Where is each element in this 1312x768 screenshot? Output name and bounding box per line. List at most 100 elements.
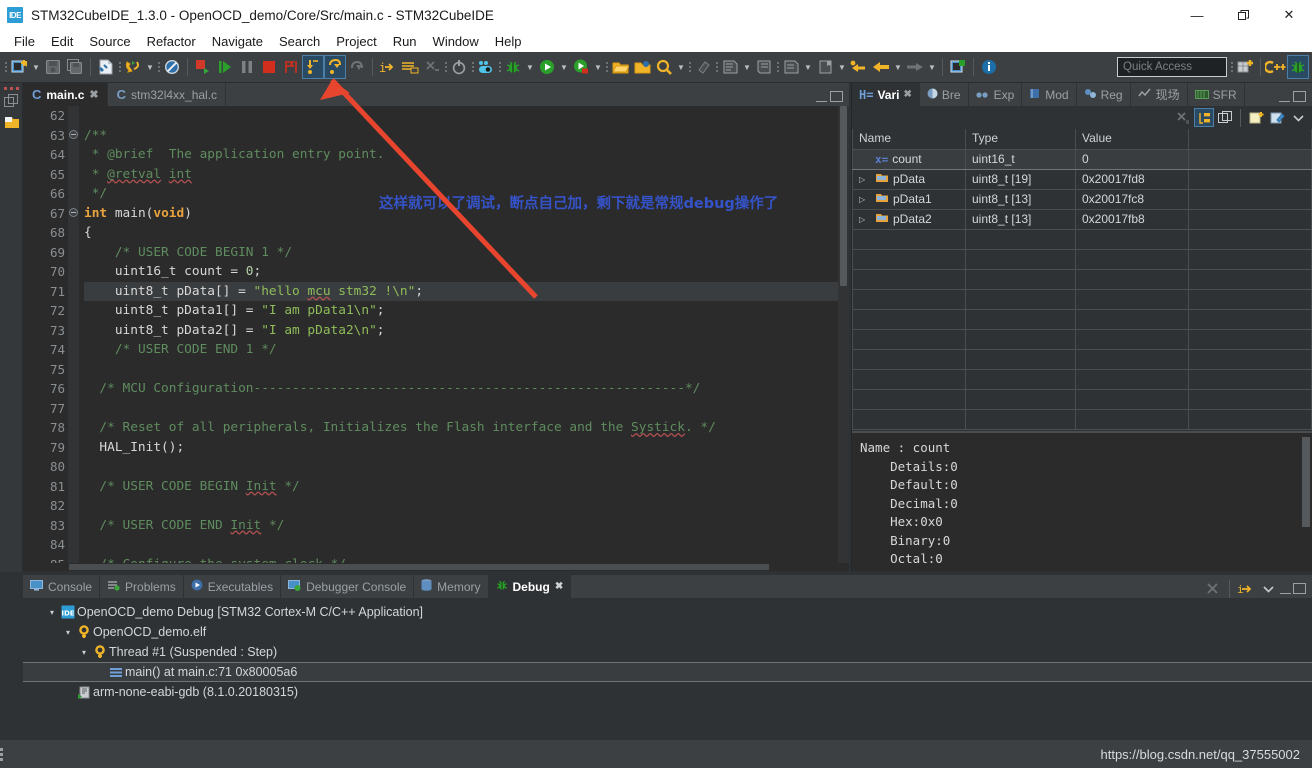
show-disassembly-icon[interactable] <box>399 55 421 79</box>
instruction-stepping-icon[interactable]: i <box>377 55 399 79</box>
tab-expressions[interactable]: Exp <box>969 83 1023 106</box>
maximize-button[interactable] <box>1220 0 1266 30</box>
table-row[interactable] <box>852 308 1312 330</box>
remove-all-terminated-icon[interactable] <box>1203 579 1223 598</box>
tab-variables[interactable]: H= Vari ✖ <box>852 83 920 106</box>
debug-config-dropdown-icon[interactable]: ▼ <box>592 55 604 79</box>
show-type-names-icon[interactable] <box>1194 108 1214 127</box>
collapse-all-icon[interactable] <box>1173 108 1193 127</box>
table-row[interactable] <box>852 388 1312 410</box>
restore-views-icon[interactable] <box>0 90 23 112</box>
menu-navigate[interactable]: Navigate <box>204 33 271 50</box>
debug-config-icon[interactable] <box>570 55 592 79</box>
chevron-right-icon[interactable]: ▷ <box>859 175 871 184</box>
debug-dropdown-icon[interactable]: ▼ <box>524 55 536 79</box>
table-row[interactable] <box>852 348 1312 370</box>
column-header-extra[interactable] <box>1188 129 1312 150</box>
forward-icon[interactable] <box>904 55 926 79</box>
menu-help[interactable]: Help <box>487 33 530 50</box>
variable-name-cell[interactable]: ▷ pData1 <box>852 188 966 210</box>
tab-console[interactable]: Console <box>23 575 101 598</box>
maximize-icon[interactable] <box>1293 91 1306 102</box>
project-explorer-icon[interactable] <box>0 112 23 134</box>
table-row[interactable] <box>852 408 1312 430</box>
table-row[interactable]: ▷ pData1 uint8_t [13] 0x20017fc8 <box>852 188 1312 210</box>
menu-file[interactable]: File <box>6 33 43 50</box>
tab-live-expressions[interactable]: 现场 <box>1131 83 1188 106</box>
tree-row-thread[interactable]: ▾ Thread #1 (Suspended : Step) <box>23 642 1312 662</box>
tab-executables[interactable]: Executables <box>184 575 282 598</box>
stop-build-icon[interactable] <box>192 55 214 79</box>
fold-marker-icon[interactable] <box>69 130 78 139</box>
new-file-icon[interactable] <box>8 55 30 79</box>
variable-value-cell[interactable]: 0x20017fc8 <box>1075 188 1189 210</box>
build-icon[interactable] <box>95 55 117 79</box>
restore-dots-icon[interactable] <box>0 83 22 90</box>
menu-source[interactable]: Source <box>81 33 138 50</box>
close-icon[interactable]: ✖ <box>903 89 911 100</box>
next-annotation-dropdown-icon[interactable]: ▼ <box>741 55 753 79</box>
view-menu-icon[interactable] <box>1288 108 1308 127</box>
editor-horizontal-scrollbar[interactable] <box>23 563 849 571</box>
menu-refactor[interactable]: Refactor <box>139 33 204 50</box>
quick-access-input[interactable]: Quick Access <box>1117 57 1227 77</box>
new-window-icon[interactable] <box>947 55 969 79</box>
table-row[interactable] <box>852 268 1312 290</box>
tree-row-process[interactable]: ▾ OpenOCD_demo.elf <box>23 622 1312 642</box>
step-return-icon[interactable] <box>346 55 368 79</box>
chevron-down-icon[interactable]: ▾ <box>45 608 59 617</box>
step-icon[interactable]: i <box>1236 579 1256 598</box>
table-row[interactable]: x= count uint16_t 0 <box>852 148 1312 170</box>
menu-window[interactable]: Window <box>425 33 487 50</box>
skip-breakpoints-icon[interactable] <box>161 55 183 79</box>
variable-name-cell[interactable]: x= count <box>852 148 966 170</box>
tree-row-gdb[interactable]: arm-none-eabi-gdb (8.1.0.20180315) <box>23 682 1312 702</box>
step-into-icon[interactable] <box>302 55 324 79</box>
forward-dropdown-icon[interactable]: ▼ <box>926 55 938 79</box>
new-watch-icon[interactable] <box>1246 108 1266 127</box>
cpp-perspective-icon[interactable] <box>1265 55 1287 79</box>
minimize-icon[interactable] <box>1280 590 1291 594</box>
open-perspective-icon[interactable] <box>1234 55 1256 79</box>
variable-details-pane[interactable]: Name : count Details:0 Default:0 Decimal… <box>852 431 1312 571</box>
disconnect-icon[interactable] <box>280 55 302 79</box>
editor-tab-stm32l4xx-hal-c[interactable]: C stm32l4xx_hal.c <box>108 83 227 106</box>
layout-icon[interactable] <box>1215 108 1235 127</box>
table-row[interactable]: ▷ pData2 uint8_t [13] 0x20017fb8 <box>852 208 1312 230</box>
editor-vertical-scrollbar[interactable] <box>840 106 847 286</box>
toggle-icon[interactable] <box>475 55 497 79</box>
tab-problems[interactable]: Problems <box>100 575 184 598</box>
close-icon[interactable]: ✖ <box>89 88 98 101</box>
info-icon[interactable] <box>978 55 1000 79</box>
tab-debugger-console[interactable]: Debugger Console <box>281 575 415 598</box>
build-config-icon[interactable] <box>122 55 144 79</box>
back-dropdown-icon[interactable]: ▼ <box>892 55 904 79</box>
open-file-icon[interactable] <box>609 55 631 79</box>
run-dropdown-icon[interactable]: ▼ <box>558 55 570 79</box>
variable-value-cell[interactable]: 0x20017fd8 <box>1075 168 1189 190</box>
table-row[interactable] <box>852 228 1312 250</box>
minimize-icon[interactable] <box>816 98 827 102</box>
table-row[interactable] <box>852 368 1312 390</box>
chevron-right-icon[interactable]: ▷ <box>859 195 871 204</box>
pin-dropdown-icon[interactable]: ▼ <box>836 55 848 79</box>
tab-sfr[interactable]: SFR <box>1188 83 1245 106</box>
new-file-dropdown-icon[interactable]: ▼ <box>30 55 42 79</box>
resume-icon[interactable] <box>214 55 236 79</box>
last-edit-location-icon[interactable] <box>780 55 802 79</box>
tab-registers[interactable]: Reg <box>1077 83 1131 106</box>
forward-history-icon[interactable] <box>870 55 892 79</box>
marker-ruler[interactable] <box>23 106 32 571</box>
power-debug-icon[interactable] <box>448 55 470 79</box>
column-header-value[interactable]: Value <box>1075 129 1189 150</box>
close-icon[interactable]: ✖ <box>555 581 563 592</box>
variable-name-cell[interactable]: ▷ pData <box>852 168 966 190</box>
close-button[interactable]: ✕ <box>1266 0 1312 30</box>
suspend-icon[interactable] <box>236 55 258 79</box>
debug-bug-icon[interactable] <box>502 55 524 79</box>
debug-perspective-icon[interactable] <box>1287 55 1309 79</box>
column-header-type[interactable]: Type <box>965 129 1076 150</box>
tab-breakpoints[interactable]: Bre <box>920 83 969 106</box>
view-menu-icon[interactable] <box>1258 579 1278 598</box>
tree-row-launch[interactable]: ▾ IDE OpenOCD_demo Debug [STM32 Cortex-M… <box>23 602 1312 622</box>
